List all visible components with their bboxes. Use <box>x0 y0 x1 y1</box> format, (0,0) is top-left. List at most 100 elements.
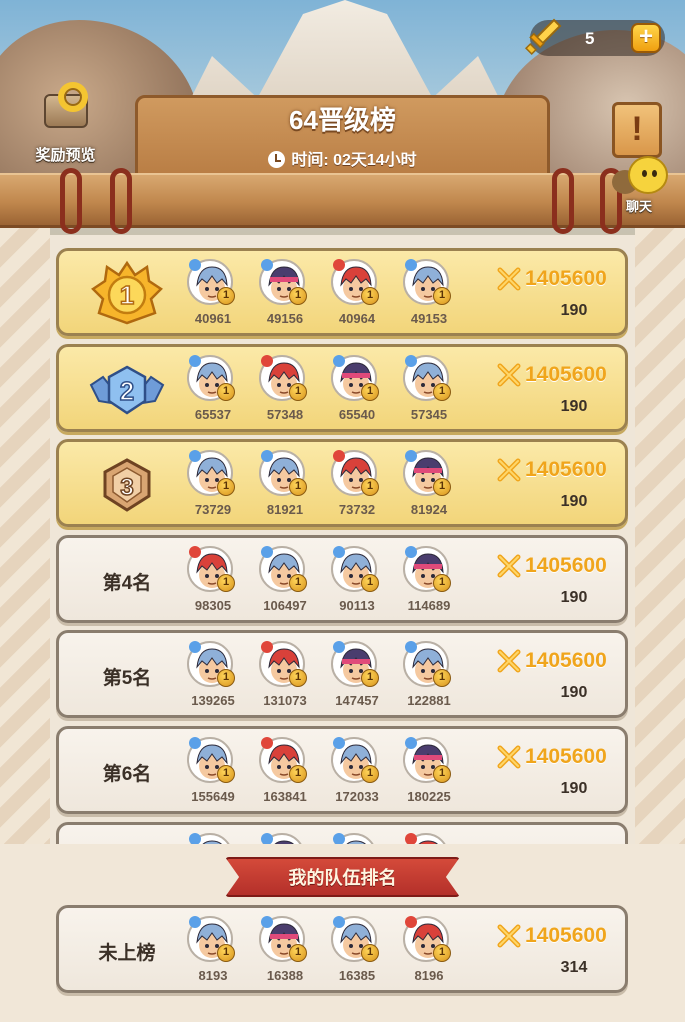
element-badge-icon <box>333 545 345 558</box>
element-badge-icon <box>333 832 345 844</box>
level-badge: 1 <box>361 478 379 497</box>
team-member[interactable]: 1 106497 <box>253 544 317 620</box>
team-members: 1 8193 1 16388 1 16385 1 8196 <box>181 914 471 990</box>
member-id: 16385 <box>338 968 376 983</box>
team-member[interactable]: 1 49153 <box>397 257 461 333</box>
team-member[interactable]: 1 <box>181 831 245 844</box>
team-member[interactable]: 1 81921 <box>253 448 317 524</box>
timer-text: 时间: 02天14小时 <box>291 152 417 169</box>
team-member[interactable]: 1 163841 <box>253 735 317 811</box>
member-id: 57345 <box>410 406 448 422</box>
level-badge: 1 <box>217 669 235 688</box>
team-member[interactable]: 1 8193 <box>181 914 245 990</box>
team-member[interactable]: 1 98305 <box>181 544 245 620</box>
ranking-row[interactable]: 第6名 1 155649 1 163841 1 172033 1 180225 1405… <box>56 725 628 814</box>
team-member[interactable]: 1 139265 <box>181 639 245 715</box>
team-member[interactable]: 1 147457 <box>325 639 389 715</box>
element-badge-icon <box>261 259 273 271</box>
member-id: 114689 <box>407 597 451 613</box>
team-member[interactable]: 1 16385 <box>325 914 389 990</box>
member-id: 16388 <box>266 968 304 983</box>
team-member[interactable]: 1 <box>325 831 389 844</box>
add-currency-button[interactable]: + <box>631 23 661 53</box>
member-id: 147457 <box>335 693 379 709</box>
currency-count: 5 <box>585 29 595 48</box>
element-badge-icon <box>261 916 273 928</box>
team-member[interactable]: 1 122881 <box>397 639 461 715</box>
element-badge-icon <box>333 354 345 367</box>
element-badge-icon <box>261 354 273 367</box>
my-team-title: 我的队伍排名 <box>288 868 397 888</box>
team-member[interactable]: 1 16388 <box>253 914 317 990</box>
member-id: 49153 <box>410 311 448 326</box>
member-id: 8193 <box>198 968 228 983</box>
team-member[interactable]: 1 90113 <box>325 544 389 620</box>
ranking-row[interactable]: 1 1 1 1 <box>56 821 628 844</box>
rank-medal-1-icon: 1 <box>85 259 169 329</box>
element-badge-icon <box>189 259 201 271</box>
member-id: 65537 <box>194 406 232 422</box>
element-badge-icon <box>261 832 273 844</box>
ranking-row[interactable]: 2 1 65537 1 57348 1 65540 1 57345 1405600 190 <box>56 343 628 432</box>
element-badge-icon <box>261 545 273 558</box>
ranking-row[interactable]: 第5名 1 139265 1 131073 1 147457 1 122881 1405… <box>56 630 628 719</box>
rope-decoration <box>60 168 82 234</box>
element-badge-icon <box>333 916 345 928</box>
team-member[interactable]: 1 172033 <box>325 735 389 811</box>
treasure-chest-icon <box>36 80 96 132</box>
ranking-row[interactable]: 1 1 40961 1 49156 1 40964 1 49153 1405600 190 <box>56 248 628 336</box>
rank-label: 第6名 <box>102 763 152 785</box>
power-value: 1405600 <box>525 649 607 673</box>
team-member[interactable]: 1 49156 <box>253 257 317 333</box>
team-member[interactable]: 1 65537 <box>181 353 245 429</box>
rules-scroll-button[interactable]: ! <box>612 102 662 158</box>
team-member[interactable]: 1 155649 <box>181 735 245 811</box>
crossed-swords-icon <box>497 267 521 291</box>
reward-preview-button[interactable]: 奖励预览 <box>18 80 113 170</box>
team-member[interactable]: 1 40961 <box>181 257 245 333</box>
team-member[interactable]: 1 73729 <box>181 448 245 524</box>
level-badge: 1 <box>289 287 307 305</box>
team-member[interactable]: 1 65540 <box>325 353 389 429</box>
team-power: 1405600 <box>497 456 617 486</box>
level-badge: 1 <box>361 764 379 783</box>
power-value: 1405600 <box>525 362 607 386</box>
team-member[interactable]: 1 8196 <box>397 914 461 990</box>
team-member[interactable]: 1 114689 <box>397 544 461 620</box>
team-members: 1 40961 1 49156 1 40964 1 49153 <box>181 257 471 333</box>
ranking-row[interactable]: 第4名 1 98305 1 106497 1 90113 1 114689 140560… <box>56 534 628 623</box>
my-team-row[interactable]: 未上榜 1 8193 1 16388 1 16385 1 8196 1405600 314 <box>56 905 628 993</box>
team-power: 1405600 <box>497 361 617 391</box>
element-badge-icon <box>189 832 201 844</box>
team-member[interactable]: 1 57345 <box>397 353 461 429</box>
level-badge: 1 <box>289 764 307 783</box>
team-member[interactable]: 1 131073 <box>253 639 317 715</box>
crossed-swords-icon <box>497 363 521 387</box>
team-power: 1405600 <box>497 922 617 952</box>
member-id: 81924 <box>410 502 448 518</box>
team-member[interactable]: 1 <box>253 831 317 844</box>
element-badge-icon <box>261 736 273 749</box>
rope-decoration <box>552 168 574 234</box>
member-id: 90113 <box>339 597 375 613</box>
ranking-list[interactable]: 1 1 40961 1 49156 1 40964 1 49153 1405600 190 <box>56 248 628 844</box>
level-badge: 1 <box>433 382 451 401</box>
team-score: 190 <box>560 493 588 511</box>
team-member[interactable]: 1 57348 <box>253 353 317 429</box>
ranking-row[interactable]: 3 1 73729 1 81921 1 73732 1 81924 1405600 190 <box>56 439 628 528</box>
level-badge: 1 <box>433 287 451 305</box>
chat-button[interactable]: 聊天 <box>610 152 678 218</box>
member-id: 106497 <box>263 597 307 613</box>
rank-medal-3-icon: 3 <box>85 450 169 520</box>
crossed-swords-icon <box>497 745 521 769</box>
team-member[interactable]: 1 73732 <box>325 448 389 524</box>
team-member[interactable]: 1 81924 <box>397 448 461 524</box>
crossed-swords-icon <box>497 924 521 948</box>
team-member[interactable]: 1 40964 <box>325 257 389 333</box>
team-member[interactable]: 1 180225 <box>397 735 461 811</box>
team-member[interactable]: 1 <box>397 831 461 844</box>
power-value: 1405600 <box>525 553 607 577</box>
member-id: 98305 <box>194 597 232 613</box>
element-badge-icon <box>405 916 417 928</box>
member-id: 81921 <box>266 502 304 518</box>
